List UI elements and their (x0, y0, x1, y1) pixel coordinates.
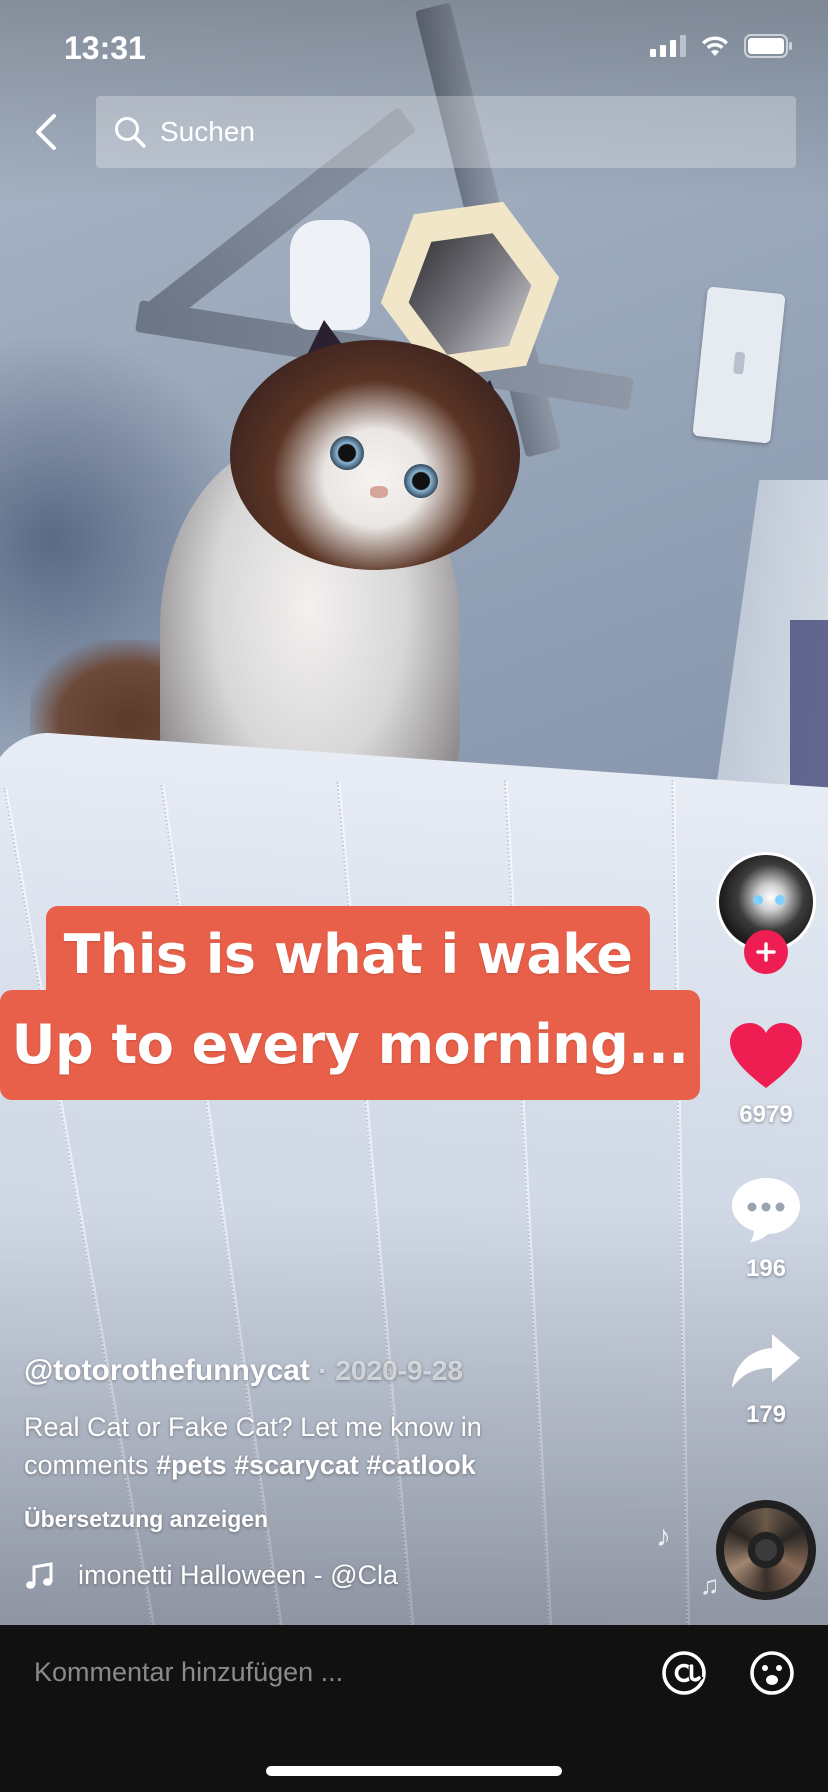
username-text: @totorothefunnycat (24, 1354, 310, 1387)
follow-button[interactable] (744, 930, 788, 974)
vase (290, 220, 370, 330)
cat-nose (370, 486, 388, 498)
cat-head (230, 340, 520, 570)
comment-input[interactable]: Kommentar hinzufügen ... (34, 1657, 343, 1688)
like-button[interactable]: 6979 (716, 1022, 816, 1129)
comment-bubble-icon (732, 1178, 800, 1242)
search-icon (115, 117, 146, 148)
share-count: 179 (745, 1401, 787, 1428)
home-indicator (266, 1766, 562, 1776)
hashtag-link[interactable]: #pets (156, 1450, 227, 1480)
search-input[interactable]: Suchen (96, 96, 796, 168)
cellular-signal-icon (650, 35, 686, 57)
share-arrow-icon (732, 1334, 800, 1388)
music-note-icon: ♫ (700, 1570, 720, 1600)
wifi-icon (702, 36, 728, 56)
music-disc[interactable] (716, 1500, 816, 1600)
music-info[interactable]: imonetti Halloween - @Cla (24, 1560, 444, 1591)
comment-bar: Kommentar hinzufügen ... (0, 1625, 828, 1792)
battery-icon (744, 34, 792, 58)
avatar-eye (753, 895, 763, 905)
heart-icon (730, 1023, 802, 1088)
post-date: · 2020-9-28 (318, 1355, 464, 1386)
show-translation-link[interactable]: Übersetzung anzeigen (24, 1506, 268, 1533)
cat-eye-right (404, 464, 438, 498)
comment-count: 196 (745, 1255, 787, 1282)
music-track-title: imonetti Halloween - @Cla (78, 1560, 399, 1590)
cat-eye-left (330, 436, 364, 470)
creator-username[interactable]: @totorothefunnycat · 2020-9-28 (24, 1354, 463, 1388)
search-placeholder: Suchen (160, 116, 255, 147)
caption-sticker-line-2: Up to every morning... (0, 990, 700, 1100)
plus-icon (756, 942, 776, 962)
post-description: Real Cat or Fake Cat? Let me know in com… (24, 1408, 584, 1484)
music-note-icon: ♪ (656, 1520, 671, 1553)
avatar-eye (775, 895, 785, 905)
status-icons (650, 34, 794, 58)
comment-button[interactable]: 196 (716, 1176, 816, 1283)
like-count: 6979 (739, 1101, 793, 1128)
light-switch (692, 286, 786, 444)
share-button[interactable]: 179 (716, 1330, 816, 1429)
mention-at-icon[interactable] (660, 1649, 708, 1697)
status-time: 13:31 (64, 30, 146, 66)
back-chevron-icon[interactable] (24, 108, 72, 156)
hashtag-link[interactable]: #catlook (366, 1450, 476, 1480)
music-note-icon (26, 1561, 53, 1589)
hashtag-link[interactable]: #scarycat (234, 1450, 359, 1480)
emoji-icon[interactable] (748, 1649, 796, 1697)
